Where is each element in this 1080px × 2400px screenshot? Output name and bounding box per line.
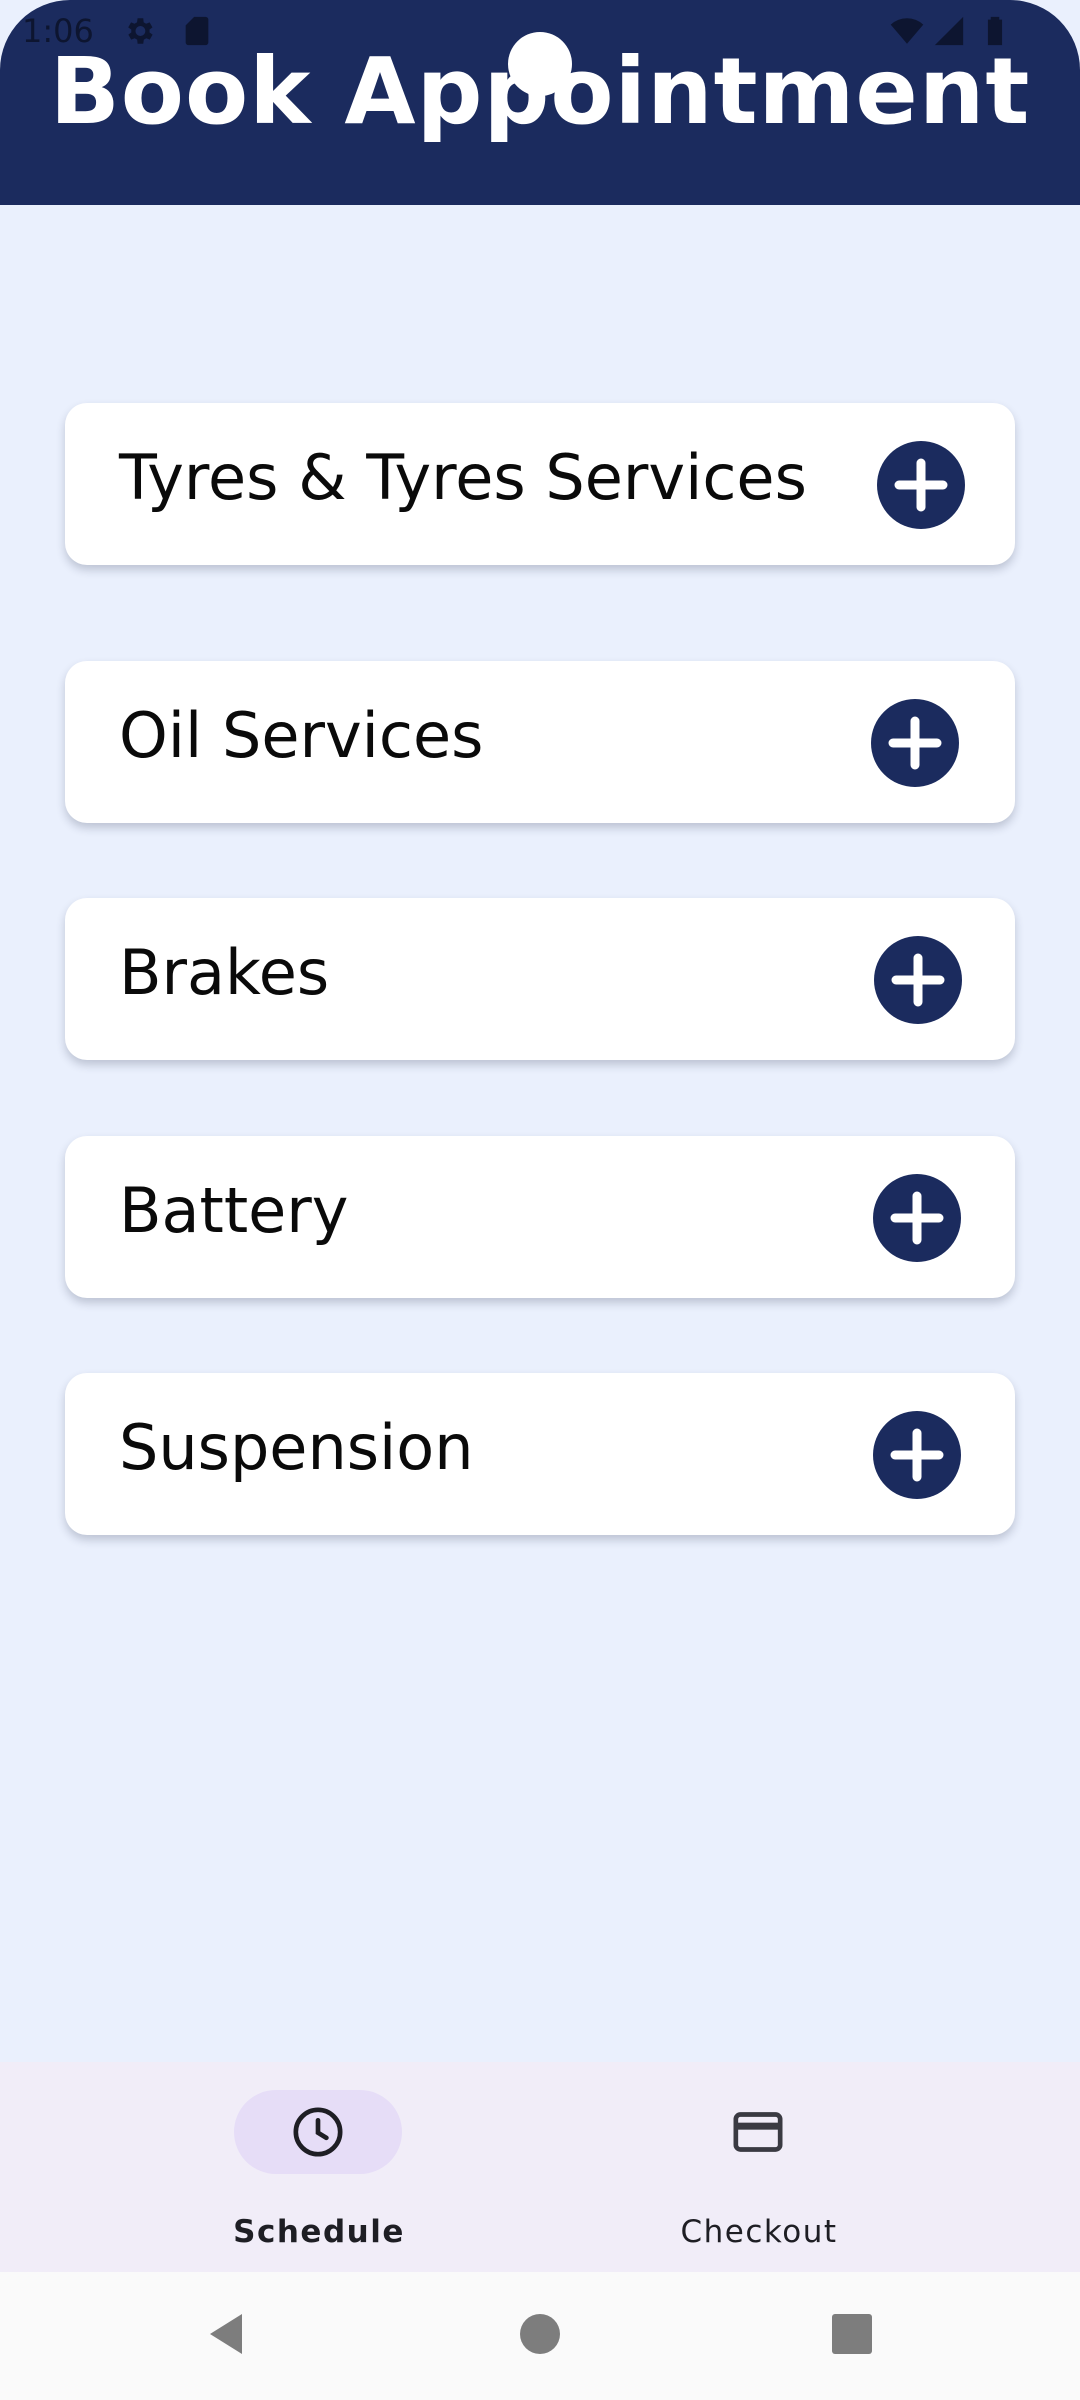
service-label: Suspension [119, 1411, 474, 1484]
add-battery-button[interactable] [873, 1174, 961, 1262]
plus-icon [894, 458, 948, 512]
credit-card-icon [733, 2112, 783, 2152]
service-card-tyres[interactable]: Tyres & Tyres Services [65, 403, 1015, 565]
service-label: Oil Services [119, 699, 484, 772]
plus-icon [891, 953, 945, 1007]
plus-icon [890, 1428, 944, 1482]
nav-label-checkout: Checkout [680, 2214, 838, 2250]
service-label: Brakes [119, 936, 330, 1009]
service-label: Tyres & Tyres Services [119, 441, 807, 514]
service-label: Battery [119, 1174, 349, 1247]
nav-item-checkout[interactable]: Checkout [540, 2062, 1080, 2272]
camera-cutout [508, 32, 572, 96]
home-icon[interactable] [510, 2304, 570, 2364]
service-card-brakes[interactable]: Brakes [65, 898, 1015, 1060]
clock-icon [293, 2107, 343, 2157]
add-suspension-button[interactable] [873, 1411, 961, 1499]
system-navigation-bar [0, 2272, 1080, 2400]
add-brakes-button[interactable] [874, 936, 962, 1024]
app-header: 1:06 Book Appointment [0, 0, 1080, 205]
plus-icon [888, 716, 942, 770]
nav-label-schedule: Schedule [233, 2214, 405, 2250]
add-tyres-button[interactable] [877, 441, 965, 529]
plus-icon [890, 1191, 944, 1245]
recents-icon[interactable] [822, 2304, 882, 2364]
service-card-battery[interactable]: Battery [65, 1136, 1015, 1298]
service-card-suspension[interactable]: Suspension [65, 1373, 1015, 1535]
add-oil-button[interactable] [871, 699, 959, 787]
nav-item-schedule[interactable]: Schedule [0, 2062, 403, 2272]
bottom-navigation: Schedule Checkout [0, 2062, 1080, 2272]
back-icon[interactable] [196, 2304, 256, 2364]
service-card-oil[interactable]: Oil Services [65, 661, 1015, 823]
